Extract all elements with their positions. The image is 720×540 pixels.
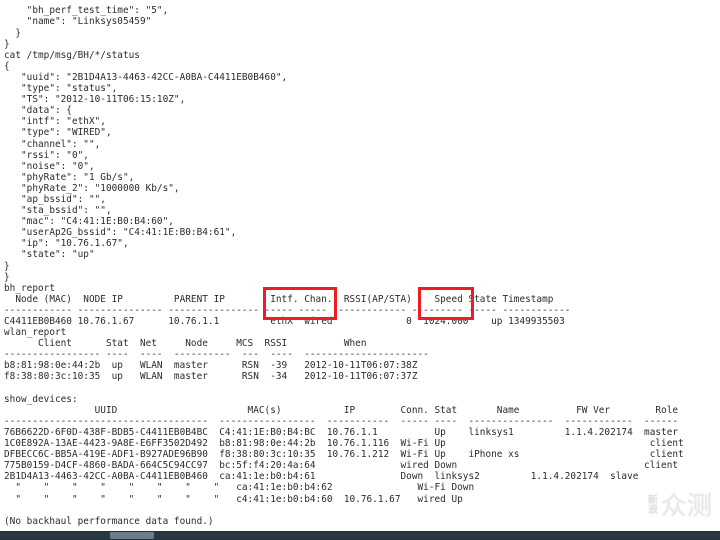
terminal-console[interactable]: "bh_perf_test_time": "5", "name": "Links… [0,0,720,531]
scrollbar-thumb[interactable] [110,532,154,539]
horizontal-scrollbar[interactable] [0,531,720,540]
scrollbar-track[interactable] [0,532,720,539]
console-output-text: "bh_perf_test_time": "5", "name": "Links… [4,5,684,527]
